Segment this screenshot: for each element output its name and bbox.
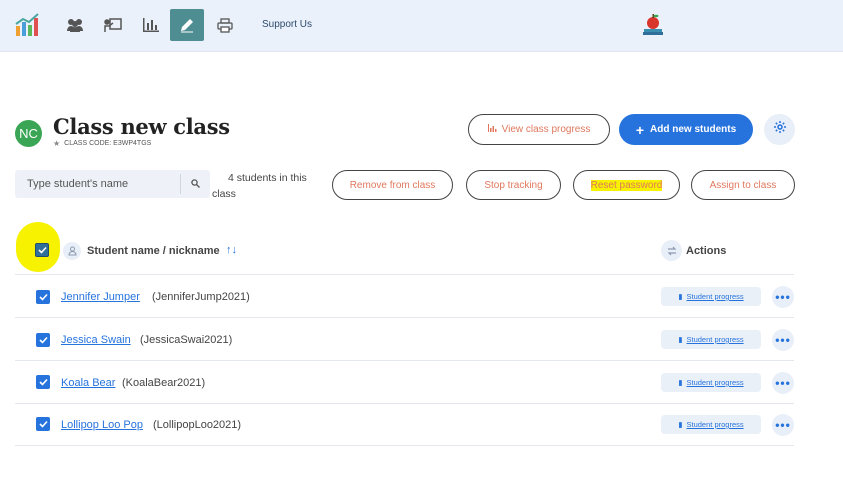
teacher-board-icon[interactable] xyxy=(96,9,130,41)
bar-chart-icon: ▮ xyxy=(678,378,683,387)
add-new-students-label: Add new students xyxy=(650,124,737,135)
star-icon: ★ xyxy=(53,139,61,148)
settings-button[interactable] xyxy=(764,114,795,145)
more-options-icon[interactable]: ••• xyxy=(772,414,794,436)
logo-chart-icon[interactable] xyxy=(10,9,44,41)
page-title: Class new class xyxy=(53,114,230,139)
checkmark-icon xyxy=(38,331,48,349)
reset-password-label: Reset password xyxy=(590,179,663,191)
student-count: 4 students in this class xyxy=(212,172,307,200)
search-icon xyxy=(191,175,200,193)
class-code-label: CLASS CODE: E3WP4TGS xyxy=(64,140,152,147)
reset-password-button[interactable]: Reset password xyxy=(573,170,680,200)
student-nickname: (KoalaBear2021) xyxy=(122,377,206,389)
print-icon[interactable] xyxy=(208,9,242,41)
divider xyxy=(15,274,794,275)
divider xyxy=(15,445,794,446)
user-icon xyxy=(63,242,81,260)
student-progress-label: Student progress xyxy=(686,378,744,387)
bar-chart-icon: ▮ xyxy=(678,420,683,429)
search-input[interactable] xyxy=(15,170,180,198)
column-header-actions: Actions xyxy=(686,245,727,257)
student-progress-button[interactable]: ▮ Student progress xyxy=(661,415,761,434)
more-options-icon[interactable]: ••• xyxy=(772,372,794,394)
checkmark-icon xyxy=(37,241,47,259)
search-button[interactable] xyxy=(181,170,210,198)
student-nickname: (LollipopLoo2021) xyxy=(153,419,242,431)
checkmark-icon xyxy=(38,373,48,391)
student-nickname: (JessicaSwai2021) xyxy=(140,334,233,346)
column-header-name: Student name / nickname xyxy=(87,245,220,257)
divider xyxy=(15,360,794,361)
add-new-students-button[interactable]: + Add new students xyxy=(619,114,753,145)
student-progress-button[interactable]: ▮ Student progress xyxy=(661,287,761,306)
student-name-link[interactable]: Lollipop Loo Pop xyxy=(61,419,143,431)
checkmark-icon xyxy=(38,415,48,433)
student-name-link[interactable]: Jessica Swain xyxy=(61,334,131,346)
assign-to-class-label: Assign to class xyxy=(709,179,777,191)
student-search xyxy=(15,170,210,198)
plus-icon: + xyxy=(635,121,645,138)
divider xyxy=(15,317,794,318)
reports-chart-icon[interactable] xyxy=(134,9,168,41)
bar-chart-icon: ▮ xyxy=(678,335,683,344)
student-progress-label: Student progress xyxy=(686,335,744,344)
checkmark-icon xyxy=(38,288,48,306)
student-name-link[interactable]: Koala Bear xyxy=(61,377,115,389)
row-checkbox[interactable] xyxy=(36,375,50,389)
apple-books-icon xyxy=(642,13,664,42)
bar-chart-icon xyxy=(487,124,497,135)
remove-from-class-button[interactable]: Remove from class xyxy=(332,170,453,200)
class-code: ★ CLASS CODE: E3WP4TGS xyxy=(53,139,151,148)
select-all-checkbox[interactable] xyxy=(35,243,49,257)
class-avatar: NC xyxy=(15,120,42,147)
stop-tracking-button[interactable]: Stop tracking xyxy=(466,170,561,200)
view-class-progress-label: View class progress xyxy=(501,124,591,135)
assign-to-class-button[interactable]: Assign to class xyxy=(691,170,795,200)
gear-icon xyxy=(773,120,787,139)
row-checkbox[interactable] xyxy=(36,417,50,431)
row-checkbox[interactable] xyxy=(36,290,50,304)
row-checkbox[interactable] xyxy=(36,333,50,347)
student-nickname: (JenniferJump2021) xyxy=(152,291,250,303)
swap-icon xyxy=(661,240,682,261)
pencil-icon[interactable] xyxy=(170,9,204,41)
remove-from-class-label: Remove from class xyxy=(349,179,436,191)
bar-chart-icon: ▮ xyxy=(678,292,683,301)
divider xyxy=(15,403,794,404)
student-progress-label: Student progress xyxy=(686,292,744,301)
more-options-icon[interactable]: ••• xyxy=(772,329,794,351)
support-us-link[interactable]: Support Us xyxy=(262,19,312,30)
student-name-link[interactable]: Jennifer Jumper xyxy=(61,291,140,303)
students-icon[interactable] xyxy=(58,9,92,41)
view-class-progress-button[interactable]: View class progress xyxy=(468,114,610,145)
top-navigation-bar: Support Us xyxy=(0,0,843,52)
student-progress-button[interactable]: ▮ Student progress xyxy=(661,330,761,349)
student-progress-label: Student progress xyxy=(686,420,744,429)
more-options-icon[interactable]: ••• xyxy=(772,286,794,308)
stop-tracking-label: Stop tracking xyxy=(484,179,543,191)
student-progress-button[interactable]: ▮ Student progress xyxy=(661,373,761,392)
sort-icon[interactable]: ↑↓ xyxy=(226,244,237,256)
